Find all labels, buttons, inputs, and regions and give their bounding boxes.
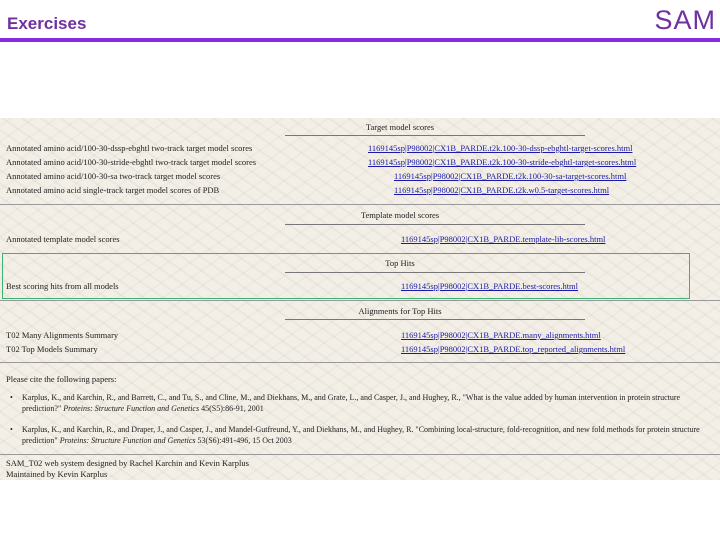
section-heading-alignments: Alignments for Top Hits [358,306,442,316]
row-label: Annotated amino acid single-track target… [6,185,220,195]
result-link[interactable]: 1169145sp|P98002|CX1B_PARDE.template-lib… [401,234,605,244]
result-link[interactable]: 1169145sp|P98002|CX1B_PARDE.t2k.w0.5-tar… [394,185,609,195]
result-link[interactable]: 1169145sp|P98002|CX1B_PARDE.t2k.100-30-s… [368,157,636,167]
footer-credit: SAM_T02 web system designed by Rachel Ka… [6,458,249,468]
row-label: T02 Top Models Summary [6,344,98,354]
section-rule [285,272,585,273]
citation-tail: 45(S5):86-91, 2001 [201,404,264,413]
result-link[interactable]: 1169145sp|P98002|CX1B_PARDE.many_alignme… [401,330,601,340]
result-link[interactable]: 1169145sp|P98002|CX1B_PARDE.t2k.100-30-s… [394,171,626,181]
section-heading-template-model-scores: Template model scores [360,210,440,220]
title-divider [0,38,720,42]
result-link[interactable]: 1169145sp|P98002|CX1B_PARDE.top_reported… [401,344,625,354]
bullet-icon: • [10,393,13,402]
row-label: T02 Many Alignments Summary [6,330,119,340]
section-rule [0,204,720,205]
footer-maintainer: Maintained by Kevin Karplus [6,469,108,479]
section-rule [0,300,720,301]
citation-item: • Karplus, K., and Karchin, R., and Drap… [10,424,717,446]
section-rule [285,319,585,320]
row-label: Annotated template model scores [6,234,120,244]
citation-item: • Karplus, K., and Karchin, R., and Barr… [10,392,717,414]
bullet-icon: • [10,425,13,434]
cite-intro: Please cite the following papers: [6,374,117,384]
section-rule [285,224,585,225]
citation-journal: Proteins: Structure Function and Genetic… [59,436,196,445]
section-rule [0,454,720,455]
section-heading-target-model-scores: Target model scores [365,122,435,132]
citation-journal: Proteins: Structure Function and Genetic… [63,404,200,413]
slide-title: Exercises [7,14,87,33]
row-label: Annotated amino acid/100-30-sa two-track… [6,171,221,181]
row-label: Annotated amino acid/100-30-stride-ebght… [6,157,257,167]
section-rule [0,362,720,363]
brand-logo-text: SAM [654,5,716,35]
section-heading-top-hits: Top Hits [385,258,415,268]
row-label: Annotated amino acid/100-30-dssp-ebghtl … [6,143,253,153]
result-link[interactable]: 1169145sp|P98002|CX1B_PARDE.t2k.100-30-d… [368,143,632,153]
row-label: Best scoring hits from all models [6,281,119,291]
result-link[interactable]: 1169145sp|P98002|CX1B_PARDE.best-scores.… [401,281,578,291]
section-rule [285,135,585,136]
citation-tail: 53(S6):491-496, 15 Oct 2003 [197,436,292,445]
webpage-screenshot: Target model scores Annotated amino acid… [0,118,720,480]
highlight-box [2,253,690,299]
